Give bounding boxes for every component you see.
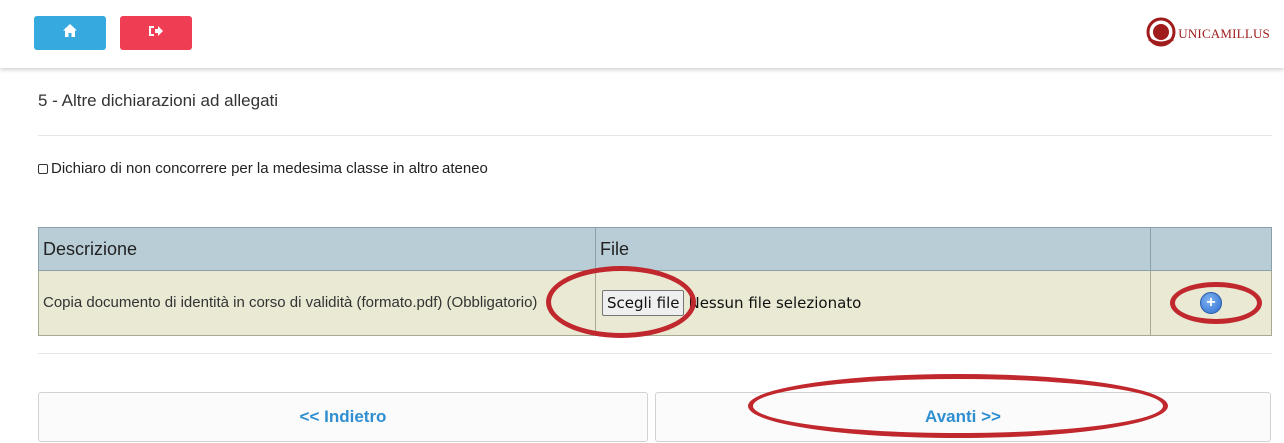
next-button[interactable]: Avanti >> xyxy=(655,392,1271,442)
top-bar: UNICAMILLUS xyxy=(0,0,1284,68)
row-description: Copia documento di identità in corso di … xyxy=(38,270,596,336)
section-title: 5 - Altre dichiarazioni ad allegati xyxy=(38,91,279,110)
divider xyxy=(38,353,1272,354)
row-file-cell: Scegli file Nessun file selezionato xyxy=(595,270,1151,336)
table-row: Copia documento di identità in corso di … xyxy=(38,270,1272,336)
row-actions-cell: + xyxy=(1150,270,1272,336)
back-button[interactable]: << Indietro xyxy=(38,392,648,442)
choose-file-button[interactable]: Scegli file xyxy=(602,290,685,316)
main-content: 5 - Altre dichiarazioni ad allegati Dich… xyxy=(38,69,1272,443)
plus-circle-icon[interactable]: + xyxy=(1200,292,1222,314)
logout-button[interactable] xyxy=(120,16,192,50)
home-button[interactable] xyxy=(34,16,106,50)
declaration-label: Dichiaro di non concorrere per la medesi… xyxy=(51,160,488,177)
home-icon xyxy=(63,24,77,42)
sign-out-icon xyxy=(149,24,163,42)
header-description: Descrizione xyxy=(38,227,596,271)
logo-text: UNICAMILLUS xyxy=(1178,26,1270,41)
divider xyxy=(38,135,1272,136)
file-status: Nessun file selezionato xyxy=(688,294,862,312)
seal-icon xyxy=(1146,17,1176,52)
declaration-checkbox[interactable] xyxy=(38,163,48,174)
header-actions xyxy=(1150,227,1272,271)
unicamillus-logo: UNICAMILLUS xyxy=(1146,17,1270,52)
attachments-table: Descrizione File Copia documento di iden… xyxy=(38,227,1272,336)
header-file: File xyxy=(595,227,1151,271)
declaration-checkbox-row[interactable]: Dichiaro di non concorrere per la medesi… xyxy=(38,160,488,177)
table-header-row: Descrizione File xyxy=(38,227,1272,271)
